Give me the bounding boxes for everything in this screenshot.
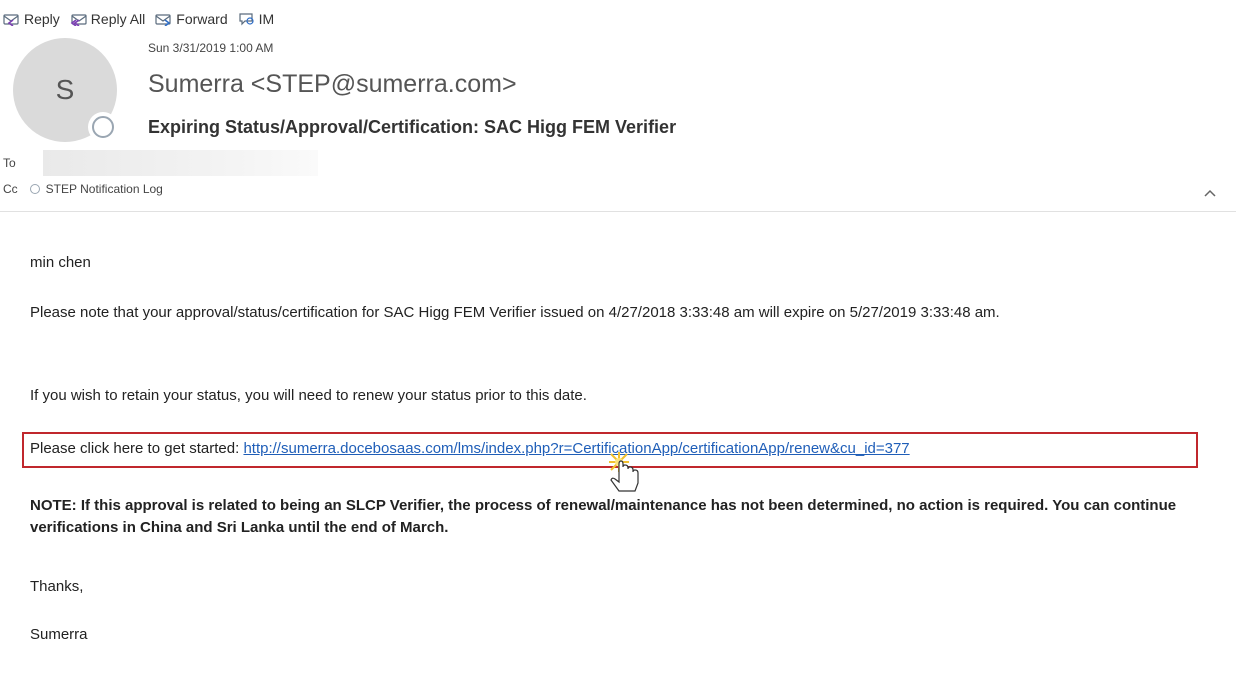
reply-icon xyxy=(3,14,19,26)
expiry-paragraph: Please note that your approval/status/ce… xyxy=(30,304,1000,321)
forward-button[interactable]: Forward xyxy=(155,11,228,27)
reply-all-icon xyxy=(70,14,87,26)
sender-name[interactable]: Sumerra <STEP@sumerra.com> xyxy=(148,70,517,99)
presence-status-icon xyxy=(88,112,118,142)
message-toolbar: Reply Reply All Forward IM xyxy=(0,9,284,29)
greeting: min chen xyxy=(30,254,91,271)
message-subject: Expiring Status/Approval/Certification: … xyxy=(148,117,677,137)
forward-icon xyxy=(155,14,171,26)
to-recipients-redacted xyxy=(42,150,318,176)
reply-button[interactable]: Reply xyxy=(3,11,60,27)
message-date: Sun 3/31/2019 1:00 AM xyxy=(148,41,274,55)
im-button[interactable]: IM xyxy=(238,11,274,27)
signature: Sumerra xyxy=(30,626,88,643)
to-row: To xyxy=(3,150,318,176)
to-label: To xyxy=(3,156,16,170)
header-divider xyxy=(0,211,1236,212)
collapse-header-chevron-icon[interactable] xyxy=(1203,188,1217,198)
thanks-text: Thanks, xyxy=(30,578,84,595)
link-paragraph: Please click here to get started: http:/… xyxy=(30,438,910,460)
im-icon xyxy=(239,13,254,26)
reply-all-button[interactable]: Reply All xyxy=(70,11,145,27)
renew-paragraph: If you wish to retain your status, you w… xyxy=(30,387,587,404)
cc-recipient[interactable]: STEP Notification Log xyxy=(46,182,163,196)
cc-label: Cc xyxy=(3,182,18,196)
cc-presence-icon xyxy=(29,184,40,194)
hand-pointer-cursor-icon xyxy=(609,452,639,492)
cc-row: Cc STEP Notification Log xyxy=(3,182,163,196)
note-paragraph: NOTE: If this approval is related to bei… xyxy=(30,497,1177,536)
avatar-initial: S xyxy=(55,74,75,105)
renew-link[interactable]: http://sumerra.docebosaas.com/lms/index.… xyxy=(243,440,909,457)
link-prefix: Please click here to get started: xyxy=(30,440,244,457)
